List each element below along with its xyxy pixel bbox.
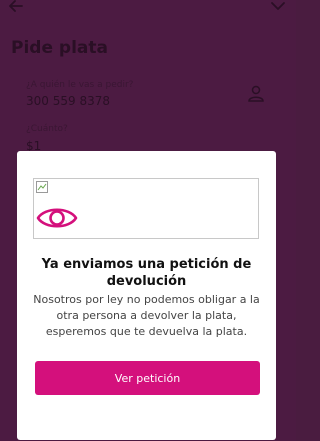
page-title: Pide plata xyxy=(11,38,108,58)
dialog-image xyxy=(33,178,259,239)
dialog-message: Nosotros por ley no podemos obligar a la… xyxy=(33,293,260,338)
top-bar xyxy=(0,0,296,20)
amount-label: ¿Cuánto? xyxy=(26,124,68,134)
eye-icon xyxy=(36,208,78,228)
contacts-icon[interactable] xyxy=(246,84,266,104)
recipient-field[interactable]: 300 559 8378 xyxy=(26,94,110,108)
return-request-dialog: Ya enviamos una petición de devolución N… xyxy=(17,151,276,440)
dialog-title: Ya enviamos una petición de devolución xyxy=(41,257,252,289)
chevron-down-icon[interactable] xyxy=(268,0,288,16)
recipient-label: ¿A quién le vas a pedir? xyxy=(26,80,134,90)
broken-image-icon xyxy=(36,181,48,193)
back-arrow-icon[interactable] xyxy=(6,0,26,16)
view-request-button[interactable]: Ver petición xyxy=(35,361,260,395)
